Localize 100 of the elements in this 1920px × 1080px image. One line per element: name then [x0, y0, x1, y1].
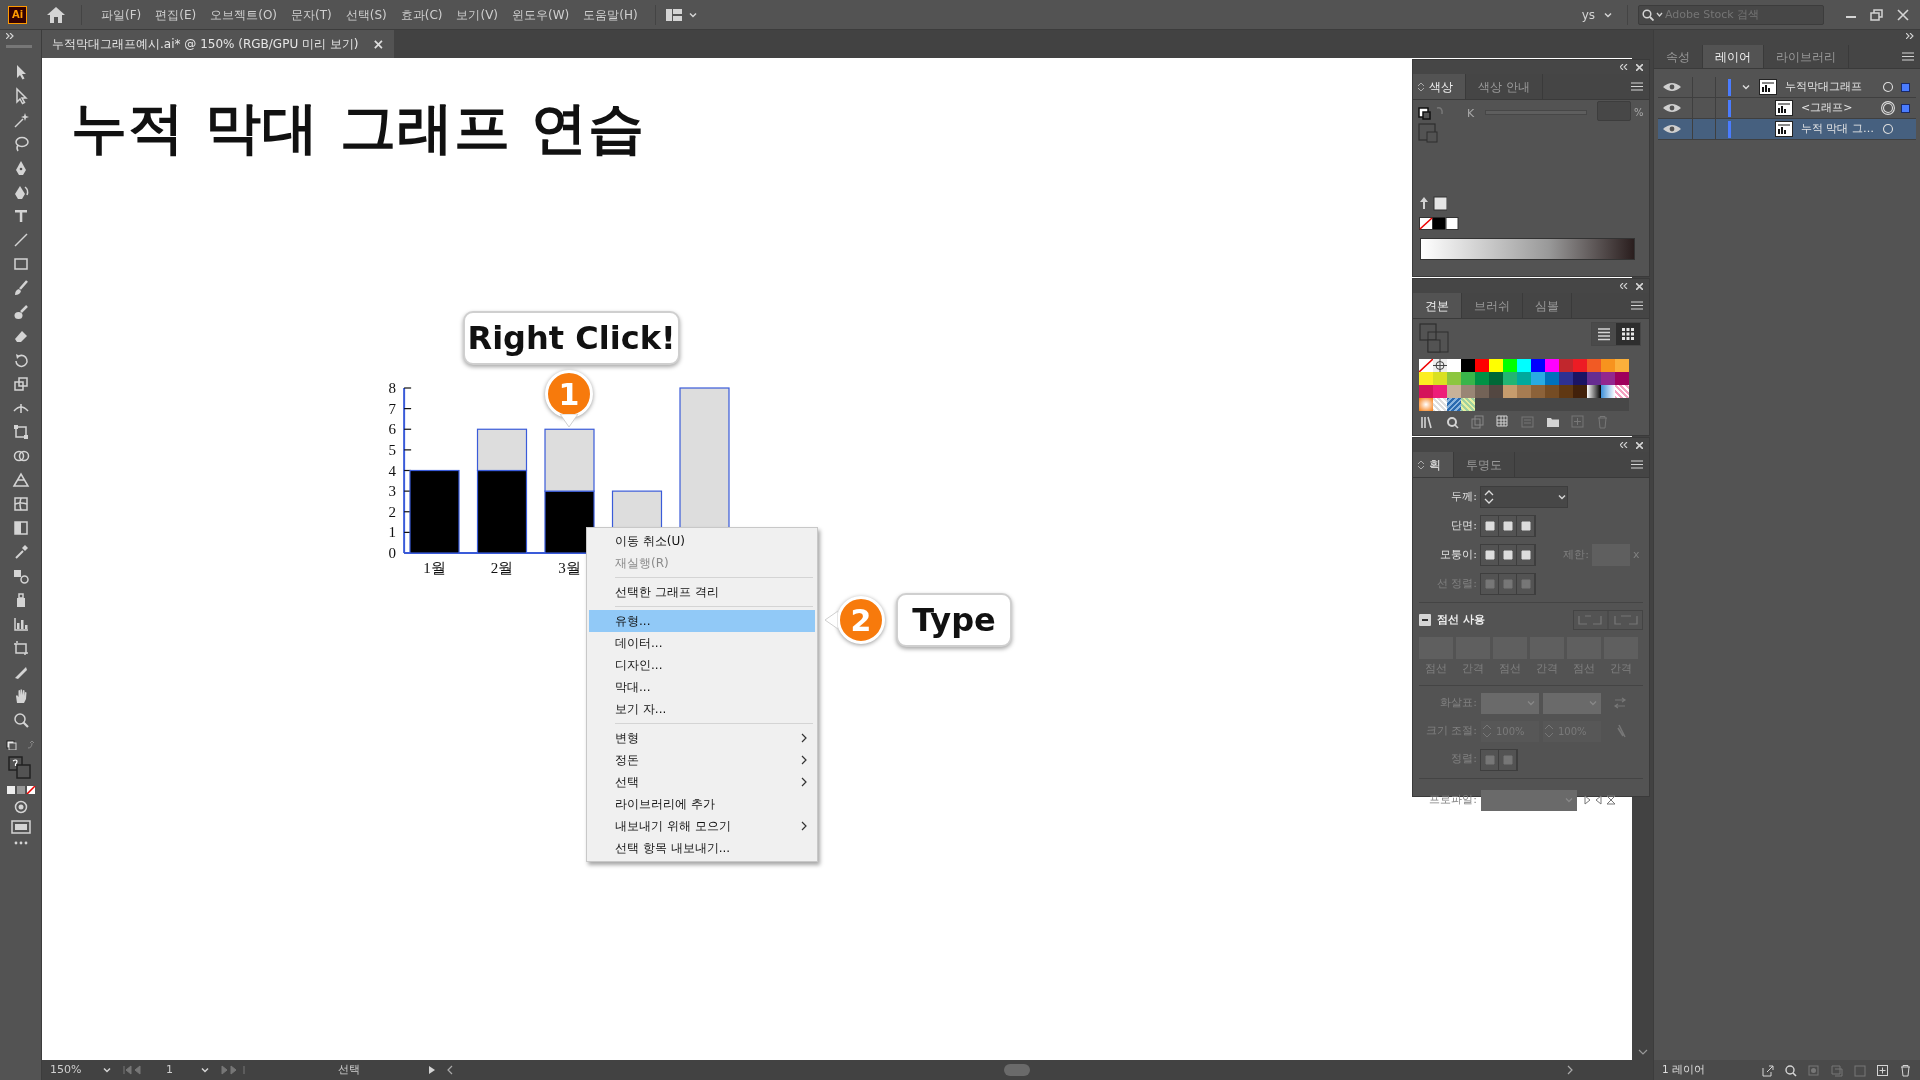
color-swatch[interactable]	[1545, 372, 1559, 385]
home-icon[interactable]	[45, 4, 67, 25]
color-swatch[interactable]	[1503, 359, 1517, 372]
menu-item[interactable]: 변형	[589, 727, 815, 749]
menu-item[interactable]: 이동 취소(U)	[589, 530, 815, 552]
color-swatch[interactable]	[1573, 385, 1587, 398]
tool-status[interactable]: 선택	[338, 1061, 428, 1079]
pattern-swatch[interactable]	[1461, 398, 1475, 411]
color-swatch[interactable]	[1475, 359, 1489, 372]
color-swatch[interactable]	[1601, 359, 1615, 372]
close-icon[interactable]	[1636, 441, 1643, 449]
menu-item[interactable]: 라이브러리에 추가	[589, 793, 815, 815]
grip-icon[interactable]	[6, 45, 32, 48]
panel-tab[interactable]: 레이어	[1703, 45, 1764, 68]
checkbox[interactable]	[1419, 614, 1431, 626]
color-swatch[interactable]	[1489, 372, 1503, 385]
color-swatch[interactable]	[1461, 359, 1475, 372]
color-swatch[interactable]	[1419, 385, 1433, 398]
close-icon[interactable]	[1636, 63, 1643, 71]
collapse-icon[interactable]	[1620, 283, 1628, 289]
target-circle-icon[interactable]	[1881, 80, 1895, 94]
color-swatch[interactable]	[1531, 372, 1545, 385]
color-swatch[interactable]	[1475, 372, 1489, 385]
workspace-icon[interactable]	[665, 8, 682, 21]
corner-style-icon[interactable]	[1483, 549, 1496, 561]
color-swatch[interactable]	[1447, 359, 1461, 372]
lasso-icon[interactable]	[12, 135, 30, 153]
color-swatch[interactable]	[1517, 359, 1531, 372]
panel-menu-icon[interactable]	[1902, 52, 1914, 61]
menu-item[interactable]: 막대...	[589, 676, 815, 698]
rectangle-icon[interactable]	[12, 255, 30, 273]
color-swatch[interactable]	[1447, 372, 1461, 385]
type-tool-icon[interactable]	[12, 207, 30, 225]
menu-item[interactable]: 디자인...	[589, 654, 815, 676]
gradient-swatch[interactable]	[1601, 385, 1615, 398]
menu-item[interactable]: 선택한 그래프 격리	[589, 581, 815, 603]
gradient-swatch[interactable]	[1587, 385, 1601, 398]
menu-item[interactable]: 파일(F)	[94, 5, 149, 24]
menu-item[interactable]: 오브젝트(O)	[203, 5, 285, 24]
paintbrush-icon[interactable]	[12, 279, 30, 297]
close-tab-button[interactable]: ×	[372, 33, 385, 55]
grayscale-ramp[interactable]	[1420, 238, 1635, 260]
layer-row[interactable]: 누적막대그래프	[1658, 77, 1916, 98]
gradient-icon[interactable]	[12, 519, 30, 537]
color-swatch[interactable]	[1489, 359, 1503, 372]
corner-style-icon[interactable]	[1501, 549, 1514, 561]
color-swatch[interactable]	[1559, 359, 1573, 372]
color-swatch[interactable]	[1503, 385, 1517, 398]
menu-item[interactable]: 유형...	[589, 610, 815, 632]
library-icon[interactable]	[1421, 415, 1435, 429]
swap-fill-stroke-icon[interactable]	[5, 740, 36, 750]
color-swatch[interactable]	[1545, 385, 1559, 398]
target-double-circle-icon[interactable]	[1881, 101, 1895, 115]
color-swatch[interactable]	[1433, 372, 1447, 385]
magic-wand-icon[interactable]	[12, 111, 30, 129]
color-swatch[interactable]	[1615, 372, 1629, 385]
color-swatch[interactable]	[1517, 372, 1531, 385]
weight-field[interactable]	[1480, 486, 1568, 508]
color-swatch[interactable]	[1475, 385, 1489, 398]
color-swatch[interactable]	[1615, 359, 1629, 372]
export-icon[interactable]	[1761, 1063, 1774, 1077]
scroll-right-icon[interactable]	[1566, 1065, 1574, 1075]
collapse-icon[interactable]	[1620, 442, 1628, 448]
menu-item[interactable]: 문자(T)	[284, 5, 339, 24]
panel-menu-icon[interactable]	[1631, 82, 1643, 91]
color-swatch[interactable]	[1419, 372, 1433, 385]
color-swatch[interactable]	[1461, 372, 1475, 385]
menu-item[interactable]: 보기(V)	[449, 5, 506, 24]
panel-menu-icon[interactable]	[1631, 301, 1643, 310]
blend-icon[interactable]	[12, 567, 30, 585]
color-swatch[interactable]	[1559, 372, 1573, 385]
zoom-icon[interactable]	[12, 711, 30, 729]
chevron-down-icon[interactable]	[1557, 492, 1567, 502]
scroll-left-icon[interactable]	[446, 1065, 454, 1075]
color-swatch[interactable]	[1573, 372, 1587, 385]
scroll-down-icon[interactable]	[1637, 1048, 1648, 1056]
zoom-level[interactable]: 150%	[50, 1061, 90, 1079]
menu-item[interactable]: 선택	[589, 771, 815, 793]
color-swatch[interactable]	[1545, 359, 1559, 372]
color-swatch[interactable]	[1517, 385, 1531, 398]
panel-tab[interactable]: 심볼	[1523, 293, 1572, 318]
color-swatch[interactable]	[1447, 385, 1461, 398]
default-swatches-icon[interactable]	[1419, 217, 1459, 230]
pattern-swatch[interactable]	[1615, 385, 1629, 398]
pen-curve-icon[interactable]	[12, 183, 30, 201]
play-icon[interactable]	[428, 1065, 436, 1075]
expand-icon[interactable]	[1906, 33, 1914, 39]
fill-stroke-icon[interactable]	[7, 756, 34, 780]
folder-icon[interactable]	[1546, 415, 1560, 429]
color-swatch[interactable]	[1461, 385, 1475, 398]
color-swatch[interactable]	[1559, 385, 1573, 398]
free-transform-icon[interactable]	[12, 423, 30, 441]
menu-item[interactable]: 도움말(H)	[576, 5, 645, 24]
drawing-mode-icon[interactable]	[12, 800, 29, 814]
trash-icon[interactable]	[1899, 1063, 1912, 1077]
document-tab[interactable]: 누적막대그래프예시.ai* @ 150% (RGB/GPU 미리 보기) ×	[42, 30, 395, 58]
menu-item[interactable]: 윈도우(W)	[505, 5, 577, 24]
grid-view-icon[interactable]	[1616, 323, 1640, 345]
pattern-swatch[interactable]	[1447, 398, 1461, 411]
color-swatch[interactable]	[1531, 385, 1545, 398]
